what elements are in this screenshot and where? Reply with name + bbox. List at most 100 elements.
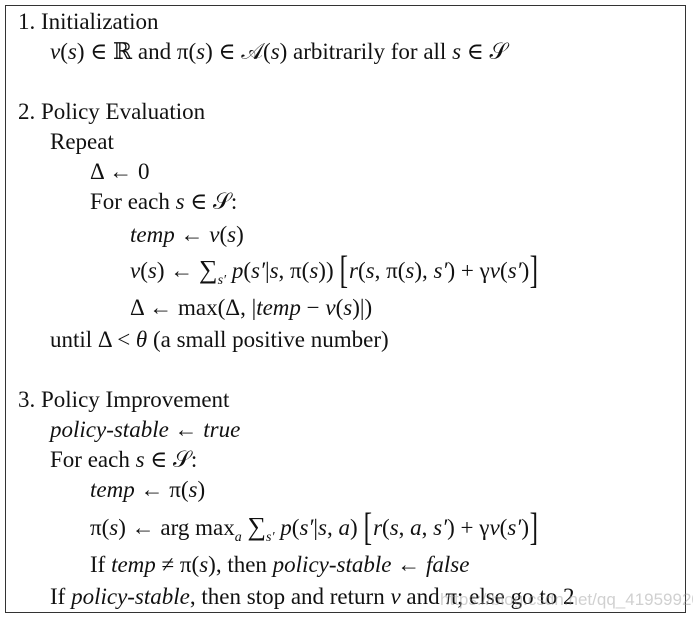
text-segment: θ <box>135 327 148 352</box>
text-segment: s <box>343 295 353 320</box>
text-segment: ( <box>60 39 68 64</box>
text-segment: , <box>398 515 411 540</box>
algorithm-line: temp ← π(s) <box>90 476 205 504</box>
text-segment: until Δ < <box>50 327 136 352</box>
text-segment: ∑ <box>199 255 218 284</box>
text-segment: ( <box>140 258 148 283</box>
text-segment: ( <box>382 515 390 540</box>
text-segment: v <box>325 295 336 320</box>
text-segment: ) <box>521 258 530 283</box>
text-segment: , <box>326 515 339 540</box>
text-segment: s′ <box>433 515 448 540</box>
text-segment: ( <box>219 222 228 247</box>
text-segment: p <box>226 258 244 283</box>
text-segment: s <box>270 39 280 64</box>
text-segment: ), <box>414 258 434 283</box>
text-segment: s <box>405 258 415 283</box>
text-segment: s′ <box>217 273 227 288</box>
algorithm-line: Δ ← max(Δ, |temp − v(s)|) <box>130 294 372 322</box>
text-segment: If <box>90 552 112 577</box>
text-segment: s <box>309 258 319 283</box>
text-segment: [ <box>339 248 349 292</box>
text-segment: temp <box>90 477 135 502</box>
text-segment: Δ ← 0 <box>90 159 150 184</box>
algorithm-line: If temp ≠ π(s), then policy-stable ← fal… <box>90 551 469 579</box>
text-segment: s′ <box>299 515 314 540</box>
text-segment: v <box>209 222 220 247</box>
text-segment: r <box>349 258 358 283</box>
algorithm-line: 3. Policy Improvement <box>18 386 229 414</box>
text-segment: s <box>175 189 185 214</box>
text-segment: v <box>489 515 500 540</box>
text-segment: ) arbitrarily for all <box>279 39 453 64</box>
text-segment: s <box>199 552 209 577</box>
text-segment: ), then <box>208 552 273 577</box>
text-segment: ) ← arg max <box>118 515 235 540</box>
text-segment: a <box>410 515 422 540</box>
text-segment: s′ <box>266 530 275 545</box>
text-segment: temp <box>130 222 175 247</box>
text-segment: , π( <box>374 258 406 283</box>
text-segment: )|) <box>352 295 373 320</box>
text-segment: temp <box>256 295 301 320</box>
text-segment: For each <box>50 447 136 472</box>
text-segment: ( <box>243 258 251 283</box>
algorithm-line: Repeat <box>50 128 114 156</box>
text-segment: s <box>196 39 206 64</box>
text-segment: ∈ 𝒮: <box>184 189 238 214</box>
text-segment: Repeat <box>50 129 114 154</box>
text-segment: s′ <box>433 258 448 283</box>
text-segment: s <box>389 515 399 540</box>
algorithm-line: Δ ← 0 <box>90 158 150 186</box>
text-segment: (a small positive number) <box>147 327 389 352</box>
text-segment: ( <box>357 258 366 283</box>
text-segment: s <box>318 515 327 540</box>
text-segment: a <box>234 530 242 545</box>
text-segment: s <box>227 222 237 247</box>
text-segment: r <box>373 515 383 540</box>
text-segment: ) ← <box>156 258 200 283</box>
algorithm-line: policy-stable ← true <box>50 416 240 444</box>
text-segment: ∈ 𝒮 <box>461 39 508 64</box>
text-segment: ← π( <box>134 477 189 502</box>
text-segment: ) ∈ ℝ and π( <box>76 39 197 64</box>
algorithm-line: temp ← v(s) <box>130 221 244 249</box>
text-segment: v <box>50 39 61 64</box>
text-segment: s <box>365 258 375 283</box>
text-segment: s′ <box>507 258 522 283</box>
text-segment: 2. Policy Evaluation <box>18 99 206 124</box>
text-segment: v <box>489 258 501 283</box>
text-segment: ] <box>529 505 539 549</box>
algorithm-line: until Δ < θ (a small positive number) <box>50 326 389 354</box>
text-segment: ) ∈ 𝒜( <box>205 39 271 64</box>
text-segment: s <box>147 258 157 283</box>
text-segment: 3. Policy Improvement <box>18 387 230 412</box>
text-segment: [ <box>364 505 373 549</box>
text-segment: ) <box>349 515 364 540</box>
text-segment: 1. Initialization <box>18 9 159 34</box>
text-segment: false <box>425 552 470 577</box>
algorithm-line: For each s ∈ 𝒮: <box>50 446 197 474</box>
text-segment: s <box>109 515 119 540</box>
text-segment: s <box>269 258 279 283</box>
text-segment: s′ <box>507 515 522 540</box>
text-segment: ← <box>174 222 210 247</box>
algorithm-line: For each s ∈ 𝒮: <box>90 188 237 216</box>
text-segment: ∈ 𝒮: <box>144 447 198 472</box>
text-segment: a <box>338 515 350 540</box>
text-segment: policy-stable <box>71 584 190 609</box>
text-segment: p <box>274 515 292 540</box>
text-segment: ≠ π( <box>155 552 200 577</box>
text-segment: , then stop and return <box>189 584 391 609</box>
text-segment: , <box>421 515 434 540</box>
algorithm-line: π(s) ← arg maxa ∑s′ p(s′|s, a) [r(s, a, … <box>90 506 539 552</box>
text-segment: policy-stable <box>272 552 392 577</box>
text-segment: policy-stable <box>50 417 169 442</box>
watermark: https://blog.csdn.net/qq_41959920 <box>440 590 693 609</box>
algorithm-line: 2. Policy Evaluation <box>18 98 205 126</box>
algorithm-line: v(s) ← ∑s′ p(s′|s, π(s)) [r(s, π(s), s′)… <box>130 249 539 295</box>
text-segment: s <box>135 447 145 472</box>
text-segment: s <box>67 39 77 64</box>
text-segment: , π( <box>278 258 310 283</box>
text-segment: ← <box>391 552 426 577</box>
